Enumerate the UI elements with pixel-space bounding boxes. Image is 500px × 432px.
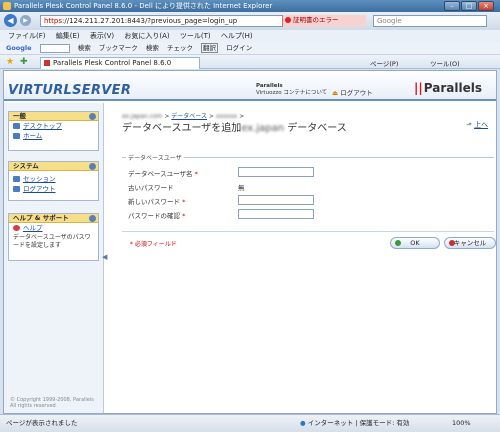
- divider: [122, 231, 494, 232]
- tab-active[interactable]: Parallels Plesk Control Panel 8.6.0: [40, 57, 200, 69]
- panel-general: 一般 デスクトップ ホーム: [8, 111, 99, 151]
- required-note: * 必須フィールド: [130, 241, 177, 248]
- window-title: Parallels Plesk Control Panel 8.6.0 - De…: [14, 2, 273, 10]
- panel-general-title: 一般: [9, 112, 98, 121]
- google-bookmark-button[interactable]: ブックマーク: [99, 44, 138, 52]
- brand-text: Parallels: [423, 81, 482, 95]
- panel-system-title: システム: [9, 162, 98, 171]
- logout-label: ログアウト: [340, 89, 373, 97]
- tools-menu[interactable]: ツール(O): [430, 58, 460, 68]
- menu-favorites[interactable]: お気に入り(A): [124, 32, 169, 40]
- page-title: データベースユーザを追加ex.japan データベース: [122, 123, 347, 134]
- field-row-old-password: 古いパスワード: [128, 184, 174, 192]
- zone-text: ● インターネット | 保護モード: 有効: [300, 419, 410, 427]
- google-check-button[interactable]: チェック: [167, 44, 193, 52]
- panel-help-title: ヘルプ & サポート: [9, 214, 98, 223]
- field-row-confirm-password: パスワードの確認 *: [128, 212, 186, 220]
- page-content: VIRTURLSERVER Parallels Virtuozzo コンテナにつ…: [3, 70, 497, 414]
- sidebar: 一般 デスクトップ ホーム システム セッション ログアウト ヘルプ & サポー…: [4, 103, 107, 413]
- google-translate-button[interactable]: 翻訳: [201, 43, 219, 53]
- ok-button[interactable]: OK: [390, 237, 440, 249]
- certificate-error-button[interactable]: 証明書のエラー: [282, 15, 366, 27]
- zoom-level[interactable]: 100%: [452, 415, 471, 432]
- sidebar-item-logout[interactable]: ログアウト: [9, 184, 98, 194]
- field-row-new-password: 新しいパスワード *: [128, 198, 186, 206]
- product-name: Parallels: [256, 83, 283, 89]
- google-search2-button[interactable]: 検索: [146, 44, 159, 52]
- collapse-icon[interactable]: [89, 215, 96, 222]
- url-text: ://124.211.27.201:8443/?previous_page=lo…: [62, 17, 238, 25]
- close-button[interactable]: ×: [478, 1, 494, 11]
- status-text: ページが表示されました: [6, 419, 78, 427]
- google-login-button[interactable]: ログイン: [226, 44, 252, 52]
- menu-file[interactable]: ファイル(F): [8, 32, 46, 40]
- parallels-logo: ||Parallels: [414, 81, 482, 95]
- help-text: データベースユーザのパスワードを設定します: [13, 234, 91, 249]
- sidebar-item-home[interactable]: ホーム: [9, 131, 98, 141]
- panel-system: システム セッション ログアウト: [8, 161, 99, 201]
- url-scheme: https: [44, 17, 63, 25]
- collapse-icon[interactable]: [89, 113, 96, 120]
- back-icon[interactable]: ◀: [4, 14, 17, 27]
- cancel-button[interactable]: キャンセル: [444, 237, 496, 249]
- sidebar-item-desktop[interactable]: デスクトップ: [9, 121, 98, 131]
- forward-icon[interactable]: ▶: [20, 15, 31, 26]
- google-logo: Google: [6, 44, 32, 52]
- logout-icon: [13, 186, 20, 192]
- google-toolbar: Google 検索 ブックマーク 検索 チェック 翻訳 ログイン: [0, 42, 500, 55]
- username-input[interactable]: [238, 167, 314, 177]
- new-password-input[interactable]: [238, 195, 314, 205]
- sidebar-collapse-icon[interactable]: ◀: [102, 253, 107, 261]
- old-password-value: 無: [238, 184, 245, 192]
- field-row-username: データベースユーザ名 *: [128, 170, 198, 178]
- minimize-button[interactable]: –: [444, 1, 460, 11]
- desktop-icon: [13, 123, 20, 129]
- confirm-password-input[interactable]: [238, 209, 314, 219]
- menu-view[interactable]: 表示(V): [90, 32, 114, 40]
- favorites-star-icon[interactable]: ★: [6, 57, 14, 67]
- home-icon: [13, 133, 20, 139]
- ie-icon: [3, 2, 11, 10]
- google-search-button[interactable]: 検索: [78, 44, 91, 52]
- add-favorites-icon[interactable]: ✚: [20, 57, 28, 67]
- plesk-header: VIRTURLSERVER Parallels Virtuozzo コンテナにつ…: [4, 71, 496, 101]
- globe-icon: ●: [300, 419, 306, 427]
- product-info: Parallels Virtuozzo コンテナについて: [256, 83, 327, 97]
- menu-edit[interactable]: 編集(E): [56, 32, 80, 40]
- logout-icon: ⏏: [332, 89, 339, 97]
- copyright: © Copyright 1999-2008, Parallels All rig…: [10, 397, 94, 409]
- up-level-link[interactable]: ⬏ 上へ: [466, 120, 488, 130]
- header-logout-button[interactable]: ⏏ ログアウト: [332, 87, 373, 97]
- help-icon: [13, 225, 20, 231]
- menu-help[interactable]: ヘルプ(H): [221, 32, 253, 40]
- search-input[interactable]: Google: [373, 15, 487, 27]
- maximize-button[interactable]: □: [461, 1, 477, 11]
- db-user-fieldset: データベースユーザ データベースユーザ名 * 古いパスワード 無 新しいパスワー…: [122, 153, 494, 229]
- virtuozzo-link[interactable]: Virtuozzo コンテナについて: [256, 90, 327, 97]
- virtual-server-logo: VIRTURLSERVER: [8, 83, 132, 98]
- sidebar-item-sessions[interactable]: セッション: [9, 174, 98, 184]
- fieldset-legend: データベースユーザ: [126, 153, 184, 162]
- sessions-icon: [13, 176, 20, 182]
- up-arrow-icon: ⬏: [466, 121, 472, 129]
- status-bar: ページが表示されました ● インターネット | 保護モード: 有効 100%: [0, 414, 500, 432]
- page-menu[interactable]: ページ(P): [370, 58, 398, 68]
- title-bar: Parallels Plesk Control Panel 8.6.0 - De…: [0, 0, 500, 12]
- sidebar-item-help[interactable]: ヘルプ: [9, 223, 98, 233]
- collapse-icon[interactable]: [89, 163, 96, 170]
- menu-tools[interactable]: ツール(T): [180, 32, 211, 40]
- menu-bar: ファイル(F) 編集(E) 表示(V) お気に入り(A) ツール(T) ヘルプ(…: [0, 30, 500, 42]
- panel-help: ヘルプ & サポート ヘルプ データベースユーザのパスワードを設定します: [8, 213, 99, 261]
- google-search-input[interactable]: [39, 43, 70, 53]
